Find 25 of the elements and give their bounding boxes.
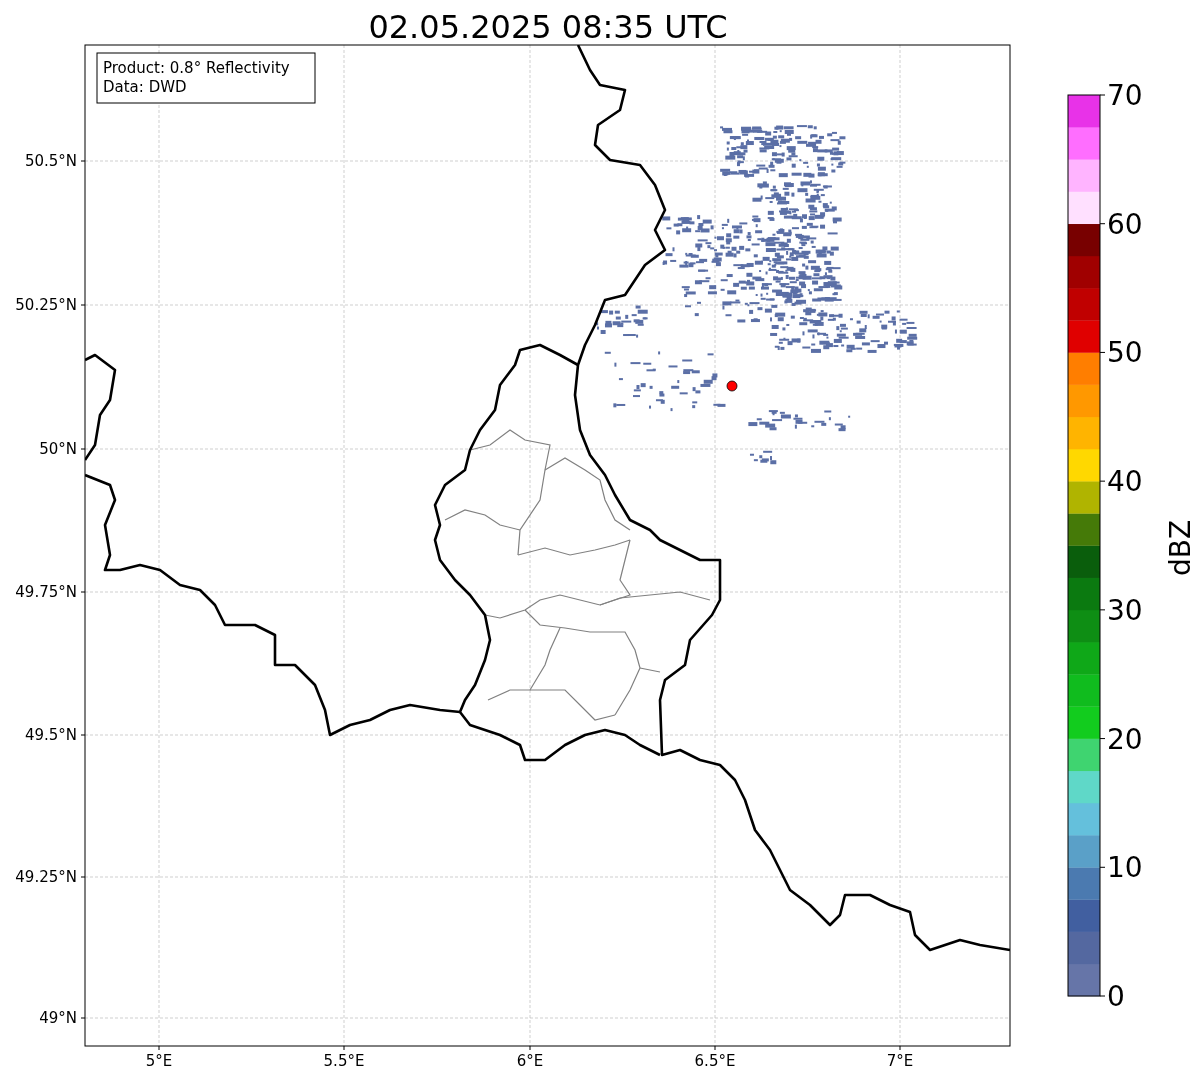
colorbar-tick-label: 40 — [1107, 465, 1143, 499]
radar-site-marker — [726, 380, 738, 392]
colorbar-label: dBZ — [1164, 519, 1197, 577]
x-tick-label: 6°E — [516, 1052, 544, 1070]
y-tick-label: 49.5°N — [24, 726, 77, 744]
y-tick-label: 49.25°N — [15, 868, 77, 886]
colorbar-tick-label: 10 — [1107, 851, 1143, 885]
colorbar-tick-label: 30 — [1107, 593, 1143, 627]
y-tick-label: 50.25°N — [15, 296, 77, 314]
colorbar-tick-label: 60 — [1107, 207, 1143, 241]
y-tick-label: 50.5°N — [24, 152, 77, 170]
x-tick-label: 5.5°E — [323, 1052, 365, 1070]
colorbar-tick-label: 20 — [1107, 722, 1143, 756]
info-text: Product: 0.8° Reflectivity — [103, 59, 290, 77]
x-tick-label: 7°E — [886, 1052, 914, 1070]
y-tick-label: 49°N — [39, 1009, 77, 1027]
y-tick-label: 50°N — [39, 440, 77, 458]
chart-title: 02.05.2025 08:35 UTC — [368, 8, 728, 46]
colorbar-tick-label: 70 — [1107, 79, 1143, 112]
info-text: Data: DWD — [103, 78, 187, 96]
x-tick-label: 5°E — [145, 1052, 173, 1070]
y-tick-label: 49.75°N — [15, 583, 77, 601]
colorbar-tick-label: 50 — [1107, 336, 1143, 370]
colorbar-tick-label: 0 — [1107, 980, 1125, 1013]
x-tick-label: 6.5°E — [694, 1052, 736, 1070]
